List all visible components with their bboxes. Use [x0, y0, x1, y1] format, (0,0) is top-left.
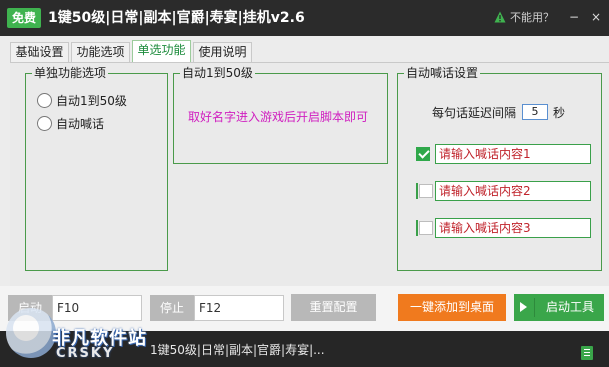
shout-line-2-checkbox[interactable] [419, 184, 433, 198]
warning-icon[interactable] [494, 11, 506, 23]
document-icon[interactable] [581, 346, 593, 360]
auto-shout-title: 自动喊话设置 [404, 66, 481, 80]
shout-line-3-marker [416, 220, 418, 236]
auto-level-group: 自动1到50级 取好名字进入游戏后开启脚本即可 [173, 66, 388, 164]
stop-hotkey-input[interactable]: F12 [194, 295, 284, 321]
tab-instructions[interactable]: 使用说明 [193, 42, 252, 62]
tab-single-feature[interactable]: 单选功能 [132, 40, 191, 62]
main-area: 基础设置 功能选项 单选功能 使用说明 单独功能选项 自动1到50级 自动喊话 … [0, 36, 609, 286]
title-bar: 免费 1键50级|日常|副本|官爵|寿宴|挂机v2.6 不能用？ − × [0, 0, 609, 36]
start-tool-label: 启动工具 [546, 300, 595, 314]
shout-line-3-input[interactable]: 请输入喊话内容3 [435, 218, 591, 238]
delay-input[interactable]: 5 [522, 104, 548, 120]
tab-panel: 单独功能选项 自动1到50级 自动喊话 自动1到50级 取好名字进入游戏后开启脚… [10, 62, 609, 286]
delay-unit: 秒 [553, 106, 566, 120]
reset-config-button[interactable]: 重置配置 [291, 294, 376, 321]
help-link[interactable]: 不能用？ [510, 10, 554, 26]
minimize-button[interactable]: − [566, 9, 582, 25]
button-divider [534, 298, 535, 317]
add-to-desktop-button[interactable]: 一键添加到桌面 [398, 294, 506, 321]
shout-line-2-marker [416, 183, 418, 199]
play-icon [520, 302, 527, 312]
single-options-title: 单独功能选项 [32, 66, 109, 80]
radio-auto-shout[interactable] [37, 116, 52, 131]
free-badge: 免费 [7, 8, 41, 28]
watermark-en: CRSKY [56, 346, 115, 361]
shout-line-2-input[interactable]: 请输入喊话内容2 [435, 181, 591, 201]
radio-auto-level[interactable] [37, 93, 52, 108]
auto-level-hint: 取好名字进入游戏后开启脚本即可 [188, 110, 369, 124]
status-text: 1键50级|日常|副本|官爵|寿宴|... [150, 343, 325, 357]
radio-auto-shout-label[interactable]: 自动喊话 [56, 117, 104, 131]
shout-line-3-checkbox[interactable] [419, 221, 433, 235]
radio-auto-level-label[interactable]: 自动1到50级 [56, 94, 127, 108]
auto-shout-group: 自动喊话设置 每句话延迟间隔 5 秒 请输入喊话内容1 请输入喊话内容2 请输入… [397, 66, 602, 271]
app-title: 1键50级|日常|副本|官爵|寿宴|挂机v2.6 [48, 10, 305, 26]
shout-line-1-input[interactable]: 请输入喊话内容1 [435, 144, 591, 164]
single-options-group: 单独功能选项 自动1到50级 自动喊话 [25, 66, 168, 271]
start-tool-button[interactable]: 启动工具 [514, 294, 604, 321]
watermark-logo: 非凡软件站 CRSKY [0, 296, 170, 367]
delay-label: 每句话延迟间隔 [432, 106, 517, 120]
watermark-emblem-icon [6, 308, 56, 358]
shout-line-1-checkbox[interactable] [416, 147, 430, 161]
auto-level-title: 自动1到50级 [180, 66, 255, 80]
tab-feature-options[interactable]: 功能选项 [71, 42, 130, 62]
tab-basic-settings[interactable]: 基础设置 [10, 42, 69, 62]
close-button[interactable]: × [588, 9, 604, 25]
